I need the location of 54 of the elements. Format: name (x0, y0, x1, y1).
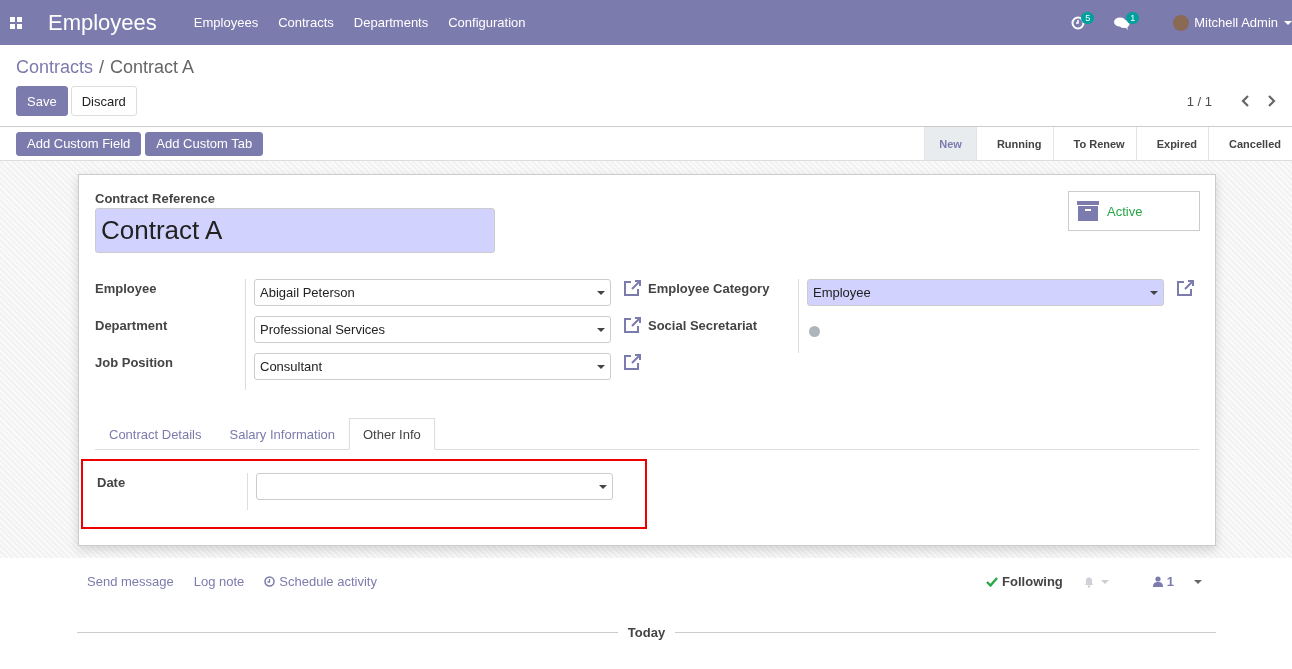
field-label: Social Secretariat (648, 317, 759, 335)
menu-item[interactable]: Contracts (278, 15, 334, 30)
chatter-action-link[interactable]: Send message (87, 574, 174, 589)
menu-item[interactable]: Employees (193, 15, 259, 30)
field-label: Employee (95, 280, 158, 298)
activity-count-badge: 5 (1081, 11, 1095, 24)
active-button[interactable]: Active (1068, 191, 1200, 231)
external-link-icon[interactable] (1176, 279, 1196, 297)
chatter-action-link[interactable]: Schedule activity (264, 574, 377, 589)
menu-item[interactable]: Configuration (448, 15, 526, 30)
notebook-tab[interactable]: Other Info (349, 418, 435, 450)
dropdown-field[interactable]: Abigail Peterson (254, 279, 611, 306)
field-label: Department (95, 317, 169, 335)
date-dropdown-field[interactable] (256, 473, 613, 500)
external-link-icon[interactable] (623, 316, 643, 334)
clock-icon (264, 576, 276, 587)
person-icon (1152, 576, 1163, 587)
user-menu[interactable]: Mitchell Admin (1194, 15, 1278, 30)
breadcrumb-current: Contract A (110, 57, 195, 78)
field-label: Job Position (95, 354, 174, 372)
clock-icon[interactable] (1071, 15, 1086, 30)
save-button[interactable]: Save (16, 86, 68, 116)
chevron-right-icon[interactable] (1266, 95, 1276, 107)
breadcrumb-separator: / (99, 57, 105, 78)
external-link-icon[interactable] (623, 279, 643, 297)
app-title: Employees (48, 9, 157, 36)
field-label: Contract Reference (95, 191, 216, 206)
chevron-left-icon[interactable] (1241, 95, 1251, 107)
message-count-badge: 1 (1126, 11, 1140, 24)
contract-reference-field[interactable]: Contract A (95, 208, 495, 253)
notebook-tab[interactable]: Contract Details (95, 418, 216, 450)
chatter-action-link[interactable]: Log note (193, 574, 245, 589)
dropdown-field[interactable]: Employee (807, 279, 1164, 306)
toggle-dot[interactable] (809, 326, 820, 337)
dropdown-field[interactable]: Consultant (254, 353, 611, 380)
check-icon (986, 576, 999, 587)
field-label: Employee Category (648, 280, 771, 298)
external-link-icon[interactable] (623, 353, 643, 371)
status-stage[interactable]: New (924, 127, 976, 160)
apps-grid-icon[interactable] (10, 16, 22, 29)
dropdown-field[interactable]: Professional Services (254, 316, 611, 343)
studio-button[interactable]: Add Custom Field (16, 131, 142, 156)
chat-icon[interactable] (1114, 15, 1131, 30)
field-label: Date (97, 474, 127, 492)
menu-item[interactable]: Departments (353, 15, 429, 30)
studio-button[interactable]: Add Custom Tab (145, 131, 264, 156)
notebook-tab[interactable]: Salary Information (215, 418, 349, 450)
breadcrumb-link[interactable]: Contracts (16, 57, 94, 78)
archive-box-icon (1077, 200, 1099, 222)
following-button[interactable]: Following (1002, 574, 1063, 589)
followers-count[interactable]: 1 (1166, 574, 1174, 589)
pager-counter: 1 / 1 (1186, 93, 1212, 109)
discard-button[interactable]: Discard (70, 86, 137, 116)
date-divider-label: Today (627, 625, 666, 640)
